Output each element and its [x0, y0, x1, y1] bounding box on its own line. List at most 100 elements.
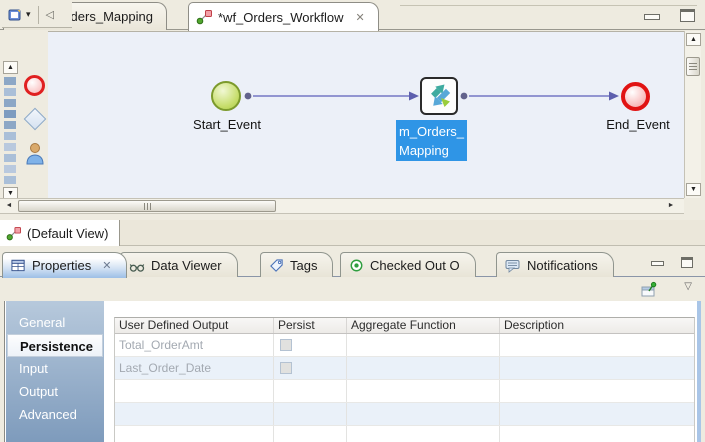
cell-output-name[interactable]: Last_Order_Date — [115, 357, 274, 379]
mapping-task-node[interactable] — [420, 77, 458, 115]
tab-wf-orders-workflow[interactable]: *wf_Orders_Workflow ✕ — [188, 2, 379, 31]
tag-icon — [269, 258, 284, 273]
scroll-down-icon[interactable]: ▼ — [686, 183, 701, 196]
task-label-line1: m_Orders_ — [399, 122, 467, 141]
cell-empty[interactable] — [115, 403, 274, 425]
palette-item-swatch[interactable] — [4, 176, 16, 184]
close-icon[interactable]: ✕ — [102, 259, 111, 272]
cell-empty[interactable] — [347, 403, 500, 425]
start-event-node[interactable] — [211, 81, 241, 111]
cell-empty[interactable] — [115, 426, 274, 442]
column-header-aggregate-function[interactable]: Aggregate Function — [347, 318, 500, 333]
application-window: *m_Orders_Mapping *wf_Orders_Workflow ✕ … — [0, 0, 705, 442]
palette-item-swatch[interactable] — [4, 154, 16, 162]
cell-aggregate-function[interactable] — [347, 334, 500, 356]
palette-item-swatch[interactable] — [4, 165, 16, 173]
sidebar-item-advanced[interactable]: Advanced — [6, 403, 104, 426]
human-task-tool-icon[interactable] — [25, 142, 45, 165]
persist-checkbox[interactable] — [280, 339, 292, 351]
palette-scroll-up-button[interactable]: ▲ — [3, 61, 18, 74]
sidebar-item-output[interactable]: Output — [6, 380, 104, 403]
cell-empty[interactable] — [347, 380, 500, 402]
cell-persist[interactable] — [274, 334, 347, 356]
vertical-scrollbar-thumb[interactable] — [686, 57, 700, 76]
horizontal-scrollbar-thumb[interactable] — [18, 200, 276, 212]
cell-empty[interactable] — [274, 380, 347, 402]
table-row: Last_Order_Date — [115, 357, 694, 380]
tab-label: Notifications — [527, 258, 598, 273]
palette-item-swatch[interactable] — [4, 110, 16, 118]
tab-properties[interactable]: Properties ✕ — [2, 252, 127, 278]
cell-empty[interactable] — [347, 426, 500, 442]
scroll-left-icon[interactable]: ◄ — [2, 200, 16, 213]
user-defined-output-table: User Defined Output Persist Aggregate Fu… — [114, 317, 695, 442]
scroll-up-icon[interactable]: ▲ — [686, 33, 701, 46]
maximize-button[interactable] — [680, 9, 695, 22]
palette-item-swatch[interactable] — [4, 143, 16, 151]
tab-checked-out[interactable]: Checked Out O — [340, 252, 476, 277]
column-header-user-defined-output[interactable]: User Defined Output — [115, 318, 274, 333]
cell-empty[interactable] — [500, 380, 694, 402]
minimize-button[interactable] — [644, 14, 660, 20]
cell-empty[interactable] — [500, 403, 694, 425]
maximize-button[interactable] — [681, 257, 693, 268]
table-row: Total_OrderAmt — [115, 334, 694, 357]
table-header: User Defined Output Persist Aggregate Fu… — [115, 318, 694, 334]
right-edge — [701, 301, 705, 442]
view-menu-icon[interactable]: ▽ — [684, 281, 692, 292]
cell-persist[interactable] — [274, 357, 347, 379]
default-view-tab[interactable]: (Default View) — [0, 220, 120, 246]
properties-table-icon — [11, 258, 26, 273]
close-icon[interactable]: ✕ — [355, 11, 364, 24]
column-header-persist[interactable]: Persist — [274, 318, 347, 333]
pin-editor-button[interactable] — [640, 280, 659, 299]
tab-notifications[interactable]: Notifications — [496, 252, 614, 277]
vertical-scrollbar[interactable]: ▲ ▼ — [684, 31, 701, 198]
tab-label: *wf_Orders_Workflow — [218, 10, 343, 25]
tab-label: Checked Out O — [370, 258, 460, 273]
sidebar-item-input[interactable]: Input — [6, 357, 104, 380]
cell-description[interactable] — [500, 357, 694, 379]
cell-empty[interactable] — [274, 403, 347, 425]
properties-sidebar: General Persistence Input Output Advance… — [6, 301, 104, 442]
cell-output-name[interactable]: Total_OrderAmt — [115, 334, 274, 356]
sidebar-item-general[interactable]: General — [6, 311, 104, 334]
palette-item-swatch[interactable] — [4, 77, 16, 85]
task-label-line2: Mapping — [399, 141, 467, 160]
column-header-description[interactable]: Description — [500, 318, 694, 333]
horizontal-scrollbar[interactable]: ◄ ► — [0, 198, 684, 214]
minimize-button[interactable] — [651, 261, 664, 266]
sidebar-item-persistence[interactable]: Persistence — [7, 334, 103, 357]
palette-item-swatch[interactable] — [4, 132, 16, 140]
chevron-down-icon[interactable]: ▾ — [26, 9, 31, 20]
palette-item-swatch[interactable] — [4, 99, 16, 107]
checked-out-target-icon — [349, 258, 364, 273]
cell-empty[interactable] — [274, 426, 347, 442]
cell-empty[interactable] — [115, 380, 274, 402]
palette-book-icon[interactable] — [7, 7, 23, 23]
table-row-empty — [115, 426, 694, 442]
workflow-palette: ▲ ▼ — [0, 31, 48, 198]
palette-tools — [21, 75, 48, 165]
tab-data-viewer[interactable]: Data Viewer — [120, 252, 238, 277]
view-tab-bar: Properties ✕ Data Viewer Tags Ch — [0, 250, 705, 277]
end-event-node[interactable] — [621, 82, 650, 111]
cell-description[interactable] — [500, 334, 694, 356]
palette-item-swatch[interactable] — [4, 121, 16, 129]
default-view-label: (Default View) — [27, 226, 108, 241]
mapping-task-label-selected[interactable]: m_Orders_ Mapping — [396, 120, 467, 161]
start-event-label: Start_Event — [184, 117, 270, 132]
palette-collapse-icon[interactable]: ◁ — [46, 8, 54, 21]
gateway-tool-icon[interactable] — [23, 108, 46, 131]
editor-bottom-bar: (Default View) — [0, 220, 705, 246]
scroll-right-icon[interactable]: ► — [664, 200, 678, 213]
end-event-tool-icon[interactable] — [24, 75, 45, 96]
editor-window-buttons — [644, 9, 695, 22]
palette-item-swatch[interactable] — [4, 88, 16, 96]
cell-empty[interactable] — [500, 426, 694, 442]
cell-aggregate-function[interactable] — [347, 357, 500, 379]
separator — [38, 6, 39, 24]
tab-tags[interactable]: Tags — [260, 252, 333, 277]
persist-checkbox[interactable] — [280, 362, 292, 374]
workflow-canvas[interactable]: Start_Event m_Orders_ Mapping End_Event — [48, 31, 684, 198]
